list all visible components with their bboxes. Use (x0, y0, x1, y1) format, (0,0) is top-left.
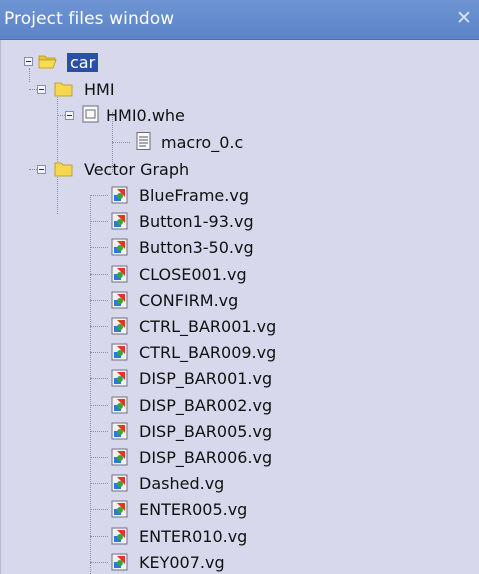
close-icon[interactable]: ✕ (455, 9, 473, 28)
tree-item-vg-file[interactable]: ENTER010.vg (1, 524, 479, 550)
tree-item-vg-file[interactable]: DISP_BAR002.vg (1, 393, 479, 419)
folder-icon (54, 82, 73, 97)
tree-item-label: HMI0.whe (106, 106, 185, 125)
vector-graph-file-icon (111, 343, 128, 361)
tree-item-vg-file[interactable]: DISP_BAR005.vg (1, 419, 479, 445)
collapse-icon[interactable] (37, 85, 46, 94)
tree-item-label: ENTER005.vg (139, 500, 248, 519)
vector-graph-file-icon (111, 527, 128, 545)
tree-item-label: Button1-93.vg (139, 212, 254, 231)
tree-item-label: Button3-50.vg (139, 238, 254, 257)
folder-icon (54, 162, 73, 177)
tree-guide-line (29, 169, 37, 170)
tree-item-vg-file[interactable]: CTRL_BAR009.vg (1, 340, 479, 366)
tree-guide-line (90, 457, 108, 458)
collapse-icon[interactable] (24, 57, 33, 66)
vector-graph-file-icon (111, 212, 128, 230)
tree-guide-line (90, 274, 108, 275)
tree-item-label: ENTER010.vg (139, 527, 248, 546)
tree-item-vg-file[interactable]: CTRL_BAR001.vg (1, 314, 479, 340)
vector-graph-file-icon (111, 265, 128, 283)
vector-graph-file-icon (111, 500, 128, 518)
open-folder-icon (38, 55, 57, 69)
tree-item-vector-graph[interactable]: Vector Graph (1, 157, 479, 183)
tree-item-hmi[interactable]: HMI (1, 77, 479, 103)
tree-item-vg-file[interactable]: CLOSE001.vg (1, 262, 479, 288)
project-files-window: Project files window ✕ car HMI HMI0.whe … (0, 0, 479, 574)
vector-graph-file-icon (111, 448, 128, 466)
source-file-icon (136, 132, 151, 150)
tree-item-label: CLOSE001.vg (139, 265, 247, 284)
tree-guide-line (90, 378, 108, 379)
tree-guide-line (90, 221, 108, 222)
vector-graph-file-icon (111, 396, 128, 414)
tree-item-vg-file[interactable]: Dashed.vg (1, 471, 479, 497)
tree-item-label: DISP_BAR001.vg (139, 369, 273, 388)
tree-item-vg-file[interactable]: DISP_BAR006.vg (1, 445, 479, 471)
tree-guide-line (90, 431, 108, 432)
tree-item-label: Dashed.vg (139, 474, 225, 493)
tree-item-car[interactable]: car (1, 50, 479, 76)
tree-item-label: BlueFrame.vg (139, 186, 249, 205)
tree-item-label: CTRL_BAR009.vg (139, 343, 277, 362)
tree-item-label: HMI (84, 80, 115, 99)
tree-guide-line (90, 352, 108, 353)
tree-item-vg-file[interactable]: DISP_BAR001.vg (1, 366, 479, 392)
tree-guide-line (29, 89, 37, 90)
tree-item-vg-file[interactable]: BlueFrame.vg (1, 183, 479, 209)
vector-graph-file-icon (111, 553, 128, 571)
vector-graph-file-icon (111, 317, 128, 335)
tree-item-vg-file[interactable]: KEY007.vg (1, 550, 479, 574)
tree-item-label: KEY007.vg (139, 553, 225, 572)
tree-guide-line (90, 326, 108, 327)
tree-item-macro[interactable]: macro_0.c (1, 130, 479, 156)
tree-guide-line (112, 142, 130, 143)
tree-guide-line (90, 405, 108, 406)
vector-graph-file-icon (111, 238, 128, 256)
tree-guide-line (57, 115, 65, 116)
title-bar[interactable]: Project files window ✕ (0, 0, 479, 40)
tree-item-vg-file[interactable]: CONFIRM.vg (1, 288, 479, 314)
tree-guide-line (90, 562, 108, 563)
tree-item-label: Vector Graph (84, 160, 190, 179)
vector-graph-file-icon (111, 474, 128, 492)
vector-graph-file-icon (111, 369, 128, 387)
tree-guide-line (90, 300, 108, 301)
tree-item-hmi0-whe[interactable]: HMI0.whe (1, 103, 479, 129)
vector-graph-file-icon (111, 422, 128, 440)
tree-guide-line (90, 195, 108, 196)
window-title: Project files window (4, 9, 175, 29)
tree-item-vg-file[interactable]: Button3-50.vg (1, 235, 479, 261)
tree-item-label: car (67, 53, 99, 72)
tree-item-vg-file[interactable]: ENTER005.vg (1, 497, 479, 523)
hmi-file-icon (82, 105, 99, 123)
tree-item-label: DISP_BAR005.vg (139, 422, 273, 441)
tree-guide-line (90, 247, 108, 248)
project-tree[interactable]: car HMI HMI0.whe macro_0.c Vector Graph … (0, 40, 479, 574)
vector-graph-file-icon (111, 291, 128, 309)
tree-item-label: DISP_BAR006.vg (139, 448, 273, 467)
tree-item-label: DISP_BAR002.vg (139, 396, 273, 415)
tree-guide-line (90, 536, 108, 537)
vector-graph-file-icon (111, 186, 128, 204)
tree-guide-line (90, 509, 108, 510)
collapse-icon[interactable] (37, 165, 46, 174)
collapse-icon[interactable] (65, 111, 74, 120)
tree-guide-line (90, 483, 108, 484)
tree-item-label: macro_0.c (161, 133, 244, 152)
tree-item-label: CTRL_BAR001.vg (139, 317, 277, 336)
tree-item-label: CONFIRM.vg (139, 291, 239, 310)
tree-item-vg-file[interactable]: Button1-93.vg (1, 209, 479, 235)
